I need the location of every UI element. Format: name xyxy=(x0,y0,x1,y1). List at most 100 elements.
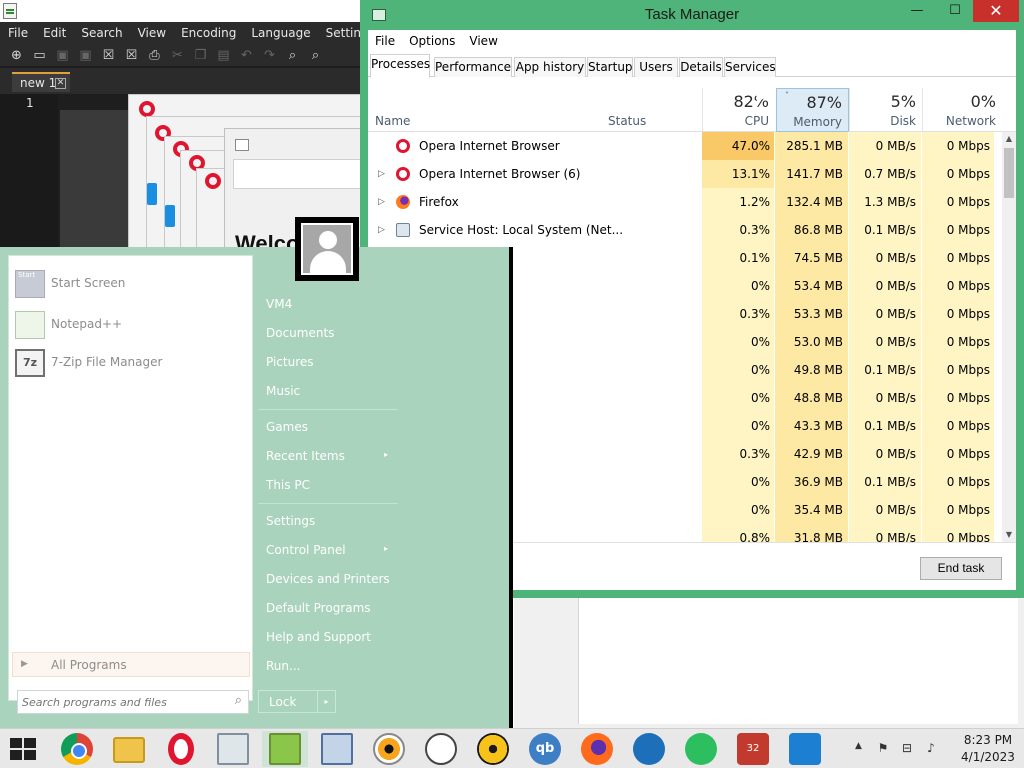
clock-time[interactable]: 8:23 PM xyxy=(958,733,1018,747)
all-programs-button[interactable]: ▶ All Programs xyxy=(12,652,250,677)
taskbar-button[interactable] xyxy=(262,731,308,767)
process-memory: 48.8 MB xyxy=(775,384,848,412)
scroll-down-icon[interactable]: ▼ xyxy=(1002,528,1016,542)
start-link-vm4[interactable]: VM4 xyxy=(258,291,398,317)
paste-icon[interactable]: ▤ xyxy=(212,48,235,63)
start-link-recent-items[interactable]: Recent Items ▸ xyxy=(258,443,398,469)
expand-icon[interactable]: ▷ xyxy=(378,160,388,188)
start-link-run[interactable]: Run... xyxy=(258,653,398,679)
start-link-games[interactable]: Games xyxy=(258,414,398,440)
start-item-start-screen[interactable]: Start Screen xyxy=(13,268,249,300)
start-item-notepadpp[interactable]: Notepad++ xyxy=(13,309,249,341)
lock-button[interactable]: Lock ▸ xyxy=(258,690,336,713)
npp-menu-view[interactable]: View xyxy=(138,26,166,40)
tab-services[interactable]: Services xyxy=(724,57,776,77)
start-link-documents[interactable]: Documents xyxy=(258,320,398,346)
print-icon[interactable]: ⎙ xyxy=(143,48,166,63)
taskbar-button[interactable] xyxy=(574,731,620,767)
start-search-input[interactable] xyxy=(22,693,222,711)
redo-icon[interactable]: ↷ xyxy=(258,48,281,63)
table-row[interactable]: Opera Internet Browser 47.0% 285.1 MB 0 MB/… xyxy=(368,132,1002,160)
show-hidden-icons-icon[interactable]: ▲ xyxy=(855,741,862,751)
network-icon[interactable]: ⊟ xyxy=(900,741,914,755)
table-row[interactable]: ▷ Service Host: Local System (Net... 0.3% 8… xyxy=(368,216,1002,244)
clock-date[interactable]: 4/1/2023 xyxy=(958,750,1018,764)
new-file-icon[interactable]: ⊕ xyxy=(5,48,28,63)
taskbar-button[interactable]: qb xyxy=(522,731,568,767)
save-icon[interactable]: ▣ xyxy=(51,48,74,63)
start-link-this-pc[interactable]: This PC xyxy=(258,472,398,498)
tab-processes[interactable]: Processes xyxy=(370,54,430,78)
action-center-flag-icon[interactable]: ⚑ xyxy=(876,741,890,755)
maximize-button[interactable]: ☐ xyxy=(941,0,969,22)
column-header-disk[interactable]: 5% Disk xyxy=(849,88,922,132)
table-row[interactable]: ▷ Opera Internet Browser (6) 13.1% 141.7 MB… xyxy=(368,160,1002,188)
taskbar-button[interactable] xyxy=(314,731,360,767)
start-search-box[interactable]: ⌕ xyxy=(17,690,249,714)
taskbar-button[interactable] xyxy=(782,731,828,767)
scroll-thumb[interactable] xyxy=(1004,148,1014,198)
search-icon[interactable]: ⌕ xyxy=(235,693,242,708)
start-link-help-support[interactable]: Help and Support xyxy=(258,624,398,650)
tab-app-history[interactable]: App history xyxy=(514,57,586,77)
menu-file[interactable]: File xyxy=(375,34,395,48)
undo-icon[interactable]: ↶ xyxy=(235,48,258,63)
taskbar-button[interactable] xyxy=(106,731,152,767)
column-header-memory[interactable]: ˅ 87% Memory xyxy=(776,88,849,132)
close-file-icon[interactable]: ☒ xyxy=(97,48,120,63)
expand-icon[interactable]: ▷ xyxy=(378,216,388,244)
find-icon[interactable]: ⌕ xyxy=(281,48,304,63)
start-link-devices-printers[interactable]: Devices and Printers xyxy=(258,566,398,592)
close-button[interactable]: ✕ xyxy=(973,0,1019,22)
taskbar-button[interactable] xyxy=(626,731,672,767)
cut-icon[interactable]: ✂ xyxy=(166,48,189,63)
copy-icon[interactable]: ❐ xyxy=(189,48,212,63)
npp-menu-edit[interactable]: Edit xyxy=(43,26,66,40)
start-link-control-panel[interactable]: Control Panel ▸ xyxy=(258,537,398,563)
start-link-default-programs[interactable]: Default Programs xyxy=(258,595,398,621)
taskbar-button[interactable] xyxy=(470,731,516,767)
power-options-arrow-icon[interactable]: ▸ xyxy=(317,691,335,712)
column-header-network[interactable]: 0% Network xyxy=(922,88,1002,132)
taskbar-button[interactable] xyxy=(210,731,256,767)
volume-icon[interactable]: ♪ xyxy=(924,741,938,755)
taskbar-button[interactable] xyxy=(158,731,204,767)
start-button[interactable] xyxy=(10,738,38,762)
open-folder-icon[interactable]: ▭ xyxy=(28,48,51,63)
tab-users[interactable]: Users xyxy=(634,57,678,77)
tab-performance[interactable]: Performance xyxy=(434,57,512,77)
tab-details[interactable]: Details xyxy=(679,57,723,77)
column-header-name[interactable]: Name xyxy=(375,114,410,128)
tab-new-1[interactable]: new 1 ✕ xyxy=(12,72,70,92)
user-avatar[interactable] xyxy=(295,217,359,281)
save-all-icon[interactable]: ▣ xyxy=(74,48,97,63)
start-link-settings[interactable]: Settings xyxy=(258,508,398,534)
process-memory: 43.3 MB xyxy=(775,412,848,440)
menu-options[interactable]: Options xyxy=(409,34,455,48)
start-link-pictures[interactable]: Pictures xyxy=(258,349,398,375)
close-all-icon[interactable]: ☒ xyxy=(120,48,143,63)
taskbar-button[interactable] xyxy=(54,731,100,767)
menu-view[interactable]: View xyxy=(469,34,497,48)
close-icon[interactable]: ✕ xyxy=(55,78,66,89)
scroll-up-icon[interactable]: ▲ xyxy=(1002,132,1016,146)
column-header-status[interactable]: Status xyxy=(608,114,646,128)
npp-menu-encoding[interactable]: Encoding xyxy=(181,26,236,40)
process-list-scrollbar[interactable]: ▲ ▼ xyxy=(1002,132,1016,542)
task-manager-titlebar[interactable]: Task Manager — ☐ ✕ xyxy=(360,0,1024,30)
npp-menu-search[interactable]: Search xyxy=(81,26,122,40)
replace-icon[interactable]: ⌕ xyxy=(304,48,327,63)
expand-icon[interactable]: ▷ xyxy=(378,188,388,216)
taskbar-button[interactable]: 32 xyxy=(730,731,776,767)
minimize-button[interactable]: — xyxy=(903,0,931,22)
npp-menu-language[interactable]: Language xyxy=(251,26,310,40)
start-item-7zip[interactable]: 7z 7-Zip File Manager xyxy=(13,347,249,379)
start-link-music[interactable]: Music xyxy=(258,378,398,404)
taskbar-button[interactable] xyxy=(366,731,412,767)
tab-startup[interactable]: Startup xyxy=(587,57,633,77)
table-row[interactable]: ▷ Firefox 1.2% 132.4 MB 1.3 MB/s 0 Mbps xyxy=(368,188,1002,216)
taskbar-button[interactable] xyxy=(678,731,724,767)
taskbar-button[interactable] xyxy=(418,731,464,767)
npp-menu-file[interactable]: File xyxy=(8,26,28,40)
end-task-button[interactable]: End task xyxy=(920,557,1002,580)
